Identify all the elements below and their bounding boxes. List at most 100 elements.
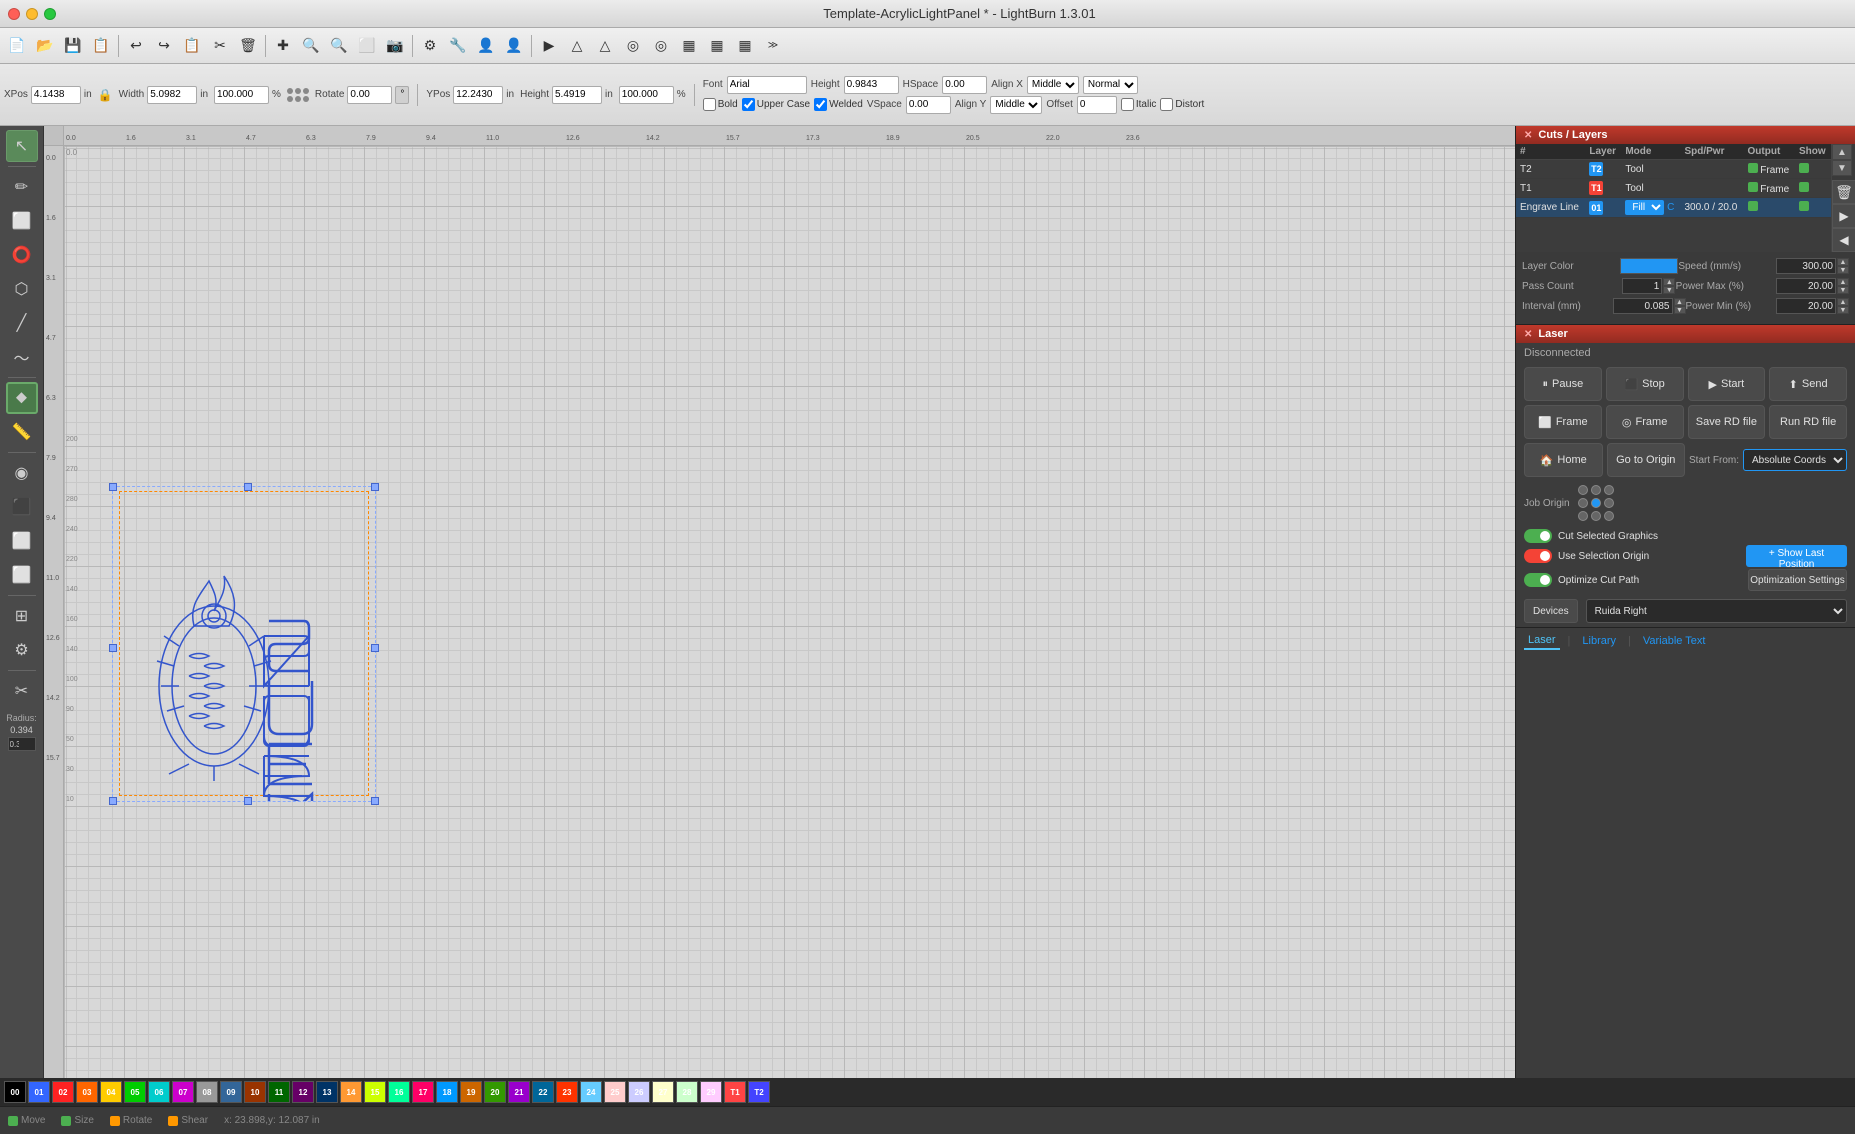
interval-input[interactable]	[1613, 298, 1673, 314]
swatch-28[interactable]: 28	[676, 1081, 698, 1103]
vspace-input[interactable]	[906, 96, 951, 114]
width-input[interactable]	[147, 86, 197, 104]
laser-close-icon[interactable]: ✕	[1524, 329, 1532, 340]
origin-dot-tr[interactable]	[1604, 485, 1614, 495]
origin-dot-bl[interactable]	[1578, 511, 1588, 521]
handle-bl[interactable]	[109, 797, 117, 805]
move-button[interactable]: ✚	[270, 33, 296, 59]
redo-button[interactable]: ↪	[151, 33, 177, 59]
lock-icon[interactable]: 🔒	[98, 88, 113, 102]
swatch-26[interactable]: 26	[628, 1081, 650, 1103]
device-select[interactable]: Ruida Right	[1586, 599, 1847, 623]
swatch-T1[interactable]: T1	[724, 1081, 746, 1103]
aligny-select[interactable]: Middle	[990, 96, 1042, 114]
speed-input[interactable]	[1776, 258, 1836, 274]
devices-button[interactable]: Devices	[1524, 599, 1578, 623]
frame-button[interactable]: △	[564, 33, 590, 59]
swatch-11[interactable]: 11	[268, 1081, 290, 1103]
power-max-up-btn[interactable]: ▲	[1837, 278, 1849, 286]
swatch-03[interactable]: 03	[76, 1081, 98, 1103]
power-min-up-btn[interactable]: ▲	[1837, 298, 1849, 306]
distort-checkbox[interactable]: Distort	[1160, 98, 1204, 111]
power-max-down-btn[interactable]: ▼	[1837, 286, 1849, 294]
swatch-22[interactable]: 22	[532, 1081, 554, 1103]
italic-checkbox[interactable]: Italic	[1121, 98, 1157, 111]
swatch-T2[interactable]: T2	[748, 1081, 770, 1103]
pencil-tool[interactable]: ✏	[6, 171, 38, 203]
swatch-15[interactable]: 15	[364, 1081, 386, 1103]
origin-dot-tl[interactable]	[1578, 485, 1588, 495]
frame2-button[interactable]: ◎ Frame	[1606, 405, 1684, 439]
swatch-01[interactable]: 01	[28, 1081, 50, 1103]
zoom-fit-button[interactable]: ⬜	[354, 33, 380, 59]
origin-dot-mm[interactable]	[1591, 498, 1601, 508]
close-button[interactable]	[8, 8, 20, 20]
cut-selected-toggle[interactable]	[1524, 529, 1552, 543]
swatch-02[interactable]: 02	[52, 1081, 74, 1103]
frame1-button[interactable]: ⬜ Frame	[1524, 405, 1602, 439]
height-input[interactable]	[552, 86, 602, 104]
interval-up-btn[interactable]: ▲	[1674, 298, 1686, 306]
cuts-close-icon[interactable]: ✕	[1524, 130, 1532, 141]
start-from-select[interactable]: Absolute Coords	[1743, 449, 1847, 471]
layer-color-box[interactable]	[1620, 258, 1679, 274]
polygon-tool[interactable]: ⬡	[6, 273, 38, 305]
table-row[interactable]: T2 T2 Tool Frame	[1516, 160, 1831, 179]
origin-dot-bm[interactable]	[1591, 511, 1601, 521]
zoom-out-button[interactable]: 🔍	[326, 33, 352, 59]
normal-select[interactable]: Normal	[1083, 76, 1138, 94]
optimization-settings-button[interactable]: Optimization Settings	[1748, 569, 1847, 591]
camera-button[interactable]: 📷	[382, 33, 408, 59]
group-button[interactable]: ◎	[648, 33, 674, 59]
swatch-12[interactable]: 12	[292, 1081, 314, 1103]
swatch-20[interactable]: 20	[484, 1081, 506, 1103]
swatch-05[interactable]: 05	[124, 1081, 146, 1103]
select-tool[interactable]: ↖	[6, 130, 38, 162]
pass-count-input[interactable]	[1622, 278, 1662, 294]
more-button[interactable]: ≫	[760, 33, 786, 59]
circle-tool[interactable]: ⭕	[6, 239, 38, 271]
expand-btn[interactable]: ▶	[1832, 204, 1855, 228]
swatch-13[interactable]: 13	[316, 1081, 338, 1103]
send-button[interactable]: ⬆ Send	[1769, 367, 1847, 401]
grid1-button[interactable]: ▦	[676, 33, 702, 59]
upper-case-checkbox[interactable]: Upper Case	[742, 98, 810, 111]
bold-checkbox[interactable]: Bold	[703, 98, 738, 111]
align-left-tool[interactable]: ⬜	[6, 559, 38, 591]
grid3-button[interactable]: ▦	[732, 33, 758, 59]
align-button[interactable]: ◎	[620, 33, 646, 59]
swatch-07[interactable]: 07	[172, 1081, 194, 1103]
grid-tool[interactable]: ⊞	[6, 600, 38, 632]
swatch-00[interactable]: 00	[4, 1081, 26, 1103]
mode-select[interactable]: Fill	[1625, 200, 1664, 215]
delete-layer-btn[interactable]: 🗑	[1832, 180, 1855, 204]
line-tool[interactable]: ╱	[6, 307, 38, 339]
swatch-17[interactable]: 17	[412, 1081, 434, 1103]
table-row[interactable]: Engrave Line 01 Fill C 300.0 / 20.0	[1516, 198, 1831, 218]
optimize-cut-toggle[interactable]	[1524, 573, 1552, 587]
save-button[interactable]: 💾	[60, 33, 86, 59]
save-rd-button[interactable]: Save RD file	[1688, 405, 1766, 439]
swatch-04[interactable]: 04	[100, 1081, 122, 1103]
bezier-tool[interactable]: 〜	[6, 341, 38, 373]
collapse-btn[interactable]: ◀	[1832, 228, 1855, 252]
zoom-in-button[interactable]: 🔍	[298, 33, 324, 59]
font-input[interactable]	[727, 76, 807, 94]
node-tool[interactable]: ⬥	[6, 382, 38, 414]
swatch-18[interactable]: 18	[436, 1081, 458, 1103]
library-tab[interactable]: Library	[1578, 633, 1620, 649]
handle-tl[interactable]	[109, 483, 117, 491]
swatch-19[interactable]: 19	[460, 1081, 482, 1103]
welded-checkbox[interactable]: Welded	[814, 98, 863, 111]
cut-tool[interactable]: ✂	[6, 675, 38, 707]
swatch-25[interactable]: 25	[604, 1081, 626, 1103]
undo-button[interactable]: ↩	[123, 33, 149, 59]
copy-button[interactable]: 📋	[179, 33, 205, 59]
array-tool[interactable]: ⚙	[6, 634, 38, 666]
swatch-16[interactable]: 16	[388, 1081, 410, 1103]
tools-button[interactable]: 🔧	[445, 33, 471, 59]
group-tool[interactable]: ⬛	[6, 491, 38, 523]
canvas-area[interactable]: 0.0 1.6 3.1 4.7 6.3 7.9 9.4 11.0 12.6 14…	[44, 126, 1515, 1078]
xpos-input[interactable]	[31, 86, 81, 104]
variable-text-tab[interactable]: Variable Text	[1639, 633, 1710, 649]
